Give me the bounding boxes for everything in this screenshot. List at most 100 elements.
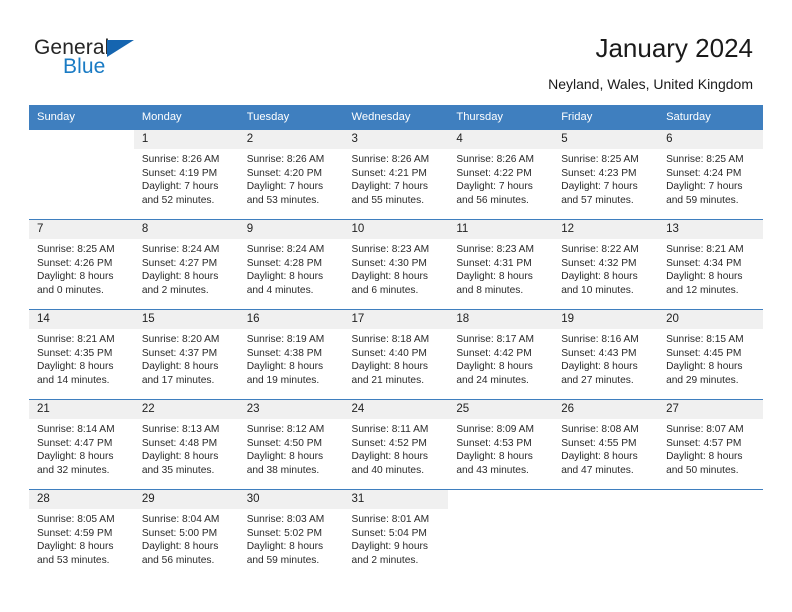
sunset-time: Sunset: 4:20 PM	[246, 167, 323, 179]
daylight-duration: Daylight: 8 hours	[351, 451, 428, 463]
daylight-duration: Daylight: 8 hours	[246, 451, 324, 463]
calendar-day-cell[interactable]: 21 Sunrise: 8:14 AM Sunset: 4:47 PM Dayligh…	[29, 399, 134, 490]
calendar-day-cell[interactable]: 6 Sunrise: 8:25 AM Sunset: 4:24 PM Daylight…	[658, 129, 763, 220]
calendar-day-cell[interactable]: 15 Sunrise: 8:20 AM Sunset: 4:37 PM Dayligh…	[133, 309, 239, 400]
calendar-day-cell[interactable]: 22 Sunrise: 8:13 AM Sunset: 4:48 PM Dayligh…	[133, 399, 239, 490]
weekday-header-wednesday: Wednesday	[343, 105, 449, 130]
calendar-cell-empty	[29, 129, 134, 220]
day-number	[658, 490, 763, 509]
sunset-time: Sunset: 4:21 PM	[351, 167, 427, 179]
day-number: 19	[553, 310, 659, 329]
calendar-day-cell[interactable]: 7 Sunrise: 8:25 AM Sunset: 4:26 PM Daylight…	[29, 219, 134, 310]
day-number: 25	[448, 400, 554, 419]
daylight-duration-cont: and 12 minutes.	[666, 284, 739, 296]
calendar-day-cell[interactable]: 11 Sunrise: 8:23 AM Sunset: 4:31 PM Dayligh…	[448, 219, 554, 310]
day-number: 7	[29, 220, 134, 239]
weekday-header-friday: Friday	[553, 105, 659, 130]
day-details: Sunrise: 8:07 AM Sunset: 4:57 PM Daylight:…	[658, 419, 763, 477]
day-number: 6	[658, 130, 763, 149]
daylight-duration: Daylight: 8 hours	[561, 361, 638, 373]
calendar-cell-empty	[448, 489, 554, 580]
calendar-day-cell[interactable]: 28 Sunrise: 8:05 AM Sunset: 4:59 PM Dayligh…	[29, 489, 134, 580]
sunrise-time: Sunrise: 8:04 AM	[141, 514, 220, 525]
calendar-body: 1 Sunrise: 8:26 AM Sunset: 4:19 PM Daylight…	[29, 129, 763, 580]
daylight-duration: Daylight: 8 hours	[246, 361, 324, 373]
daylight-duration: Daylight: 8 hours	[666, 271, 743, 283]
daylight-duration: Daylight: 8 hours	[456, 451, 533, 463]
sunset-time: Sunset: 4:19 PM	[141, 167, 218, 179]
day-number: 17	[343, 310, 449, 329]
general-blue-logo[interactable]: General Blue	[34, 36, 244, 88]
daylight-duration: Daylight: 8 hours	[561, 451, 638, 463]
calendar-day-cell[interactable]: 31 Sunrise: 8:01 AM Sunset: 5:04 PM Dayligh…	[343, 489, 449, 580]
calendar-day-cell[interactable]: 5 Sunrise: 8:25 AM Sunset: 4:23 PM Daylight…	[553, 129, 659, 220]
sunrise-time: Sunrise: 8:24 AM	[246, 244, 325, 255]
calendar-day-cell[interactable]: 30 Sunrise: 8:03 AM Sunset: 5:02 PM Dayligh…	[238, 489, 344, 580]
calendar-week-row: 21 Sunrise: 8:14 AM Sunset: 4:47 PM Dayligh…	[29, 399, 763, 490]
sunrise-time: Sunrise: 8:13 AM	[141, 424, 220, 435]
calendar-day-cell[interactable]: 24 Sunrise: 8:11 AM Sunset: 4:52 PM Dayligh…	[343, 399, 449, 490]
daylight-duration: Daylight: 7 hours	[456, 181, 533, 193]
daylight-duration: Daylight: 8 hours	[141, 361, 219, 373]
calendar-day-cell[interactable]: 14 Sunrise: 8:21 AM Sunset: 4:35 PM Dayligh…	[29, 309, 134, 400]
day-number: 3	[343, 130, 449, 149]
calendar-day-cell[interactable]: 26 Sunrise: 8:08 AM Sunset: 4:55 PM Dayligh…	[553, 399, 659, 490]
daylight-duration: Daylight: 8 hours	[141, 271, 219, 283]
daylight-duration-cont: and 40 minutes.	[351, 464, 425, 476]
sunset-time: Sunset: 4:40 PM	[351, 347, 427, 359]
sunset-time: Sunset: 4:31 PM	[456, 257, 532, 269]
daylight-duration-cont: and 47 minutes.	[561, 464, 634, 476]
calendar-day-cell[interactable]: 12 Sunrise: 8:22 AM Sunset: 4:32 PM Dayligh…	[553, 219, 659, 310]
calendar-day-cell[interactable]: 20 Sunrise: 8:15 AM Sunset: 4:45 PM Dayligh…	[658, 309, 763, 400]
calendar-day-cell[interactable]: 3 Sunrise: 8:26 AM Sunset: 4:21 PM Daylight…	[343, 129, 449, 220]
day-number: 2	[238, 130, 344, 149]
day-number	[553, 490, 659, 509]
calendar-day-cell[interactable]: 8 Sunrise: 8:24 AM Sunset: 4:27 PM Daylight…	[133, 219, 239, 310]
day-number: 9	[238, 220, 344, 239]
day-details: Sunrise: 8:19 AM Sunset: 4:38 PM Daylight:…	[239, 329, 344, 387]
daylight-duration: Daylight: 8 hours	[141, 451, 219, 463]
calendar-day-cell[interactable]: 10 Sunrise: 8:23 AM Sunset: 4:30 PM Dayligh…	[343, 219, 449, 310]
calendar-day-cell[interactable]: 2 Sunrise: 8:26 AM Sunset: 4:20 PM Daylight…	[238, 129, 344, 220]
calendar-day-cell[interactable]: 9 Sunrise: 8:24 AM Sunset: 4:28 PM Daylight…	[238, 219, 344, 310]
sunrise-time: Sunrise: 8:19 AM	[246, 334, 325, 345]
calendar-cell-empty	[553, 489, 659, 580]
day-number: 13	[658, 220, 763, 239]
calendar-day-cell[interactable]: 23 Sunrise: 8:12 AM Sunset: 4:50 PM Dayligh…	[238, 399, 344, 490]
calendar-day-cell[interactable]: 29 Sunrise: 8:04 AM Sunset: 5:00 PM Dayligh…	[133, 489, 239, 580]
day-details: Sunrise: 8:08 AM Sunset: 4:55 PM Daylight:…	[553, 419, 658, 477]
daylight-duration: Daylight: 8 hours	[351, 361, 428, 373]
sunrise-time: Sunrise: 8:26 AM	[141, 154, 220, 165]
daylight-duration-cont: and 38 minutes.	[246, 464, 320, 476]
calendar-day-cell[interactable]: 4 Sunrise: 8:26 AM Sunset: 4:22 PM Daylight…	[448, 129, 554, 220]
daylight-duration: Daylight: 7 hours	[561, 181, 638, 193]
calendar-day-cell[interactable]: 27 Sunrise: 8:07 AM Sunset: 4:57 PM Dayligh…	[658, 399, 763, 490]
daylight-duration: Daylight: 8 hours	[246, 271, 324, 283]
daylight-duration-cont: and 56 minutes.	[456, 194, 529, 206]
sunrise-time: Sunrise: 8:03 AM	[246, 514, 325, 525]
calendar-day-cell[interactable]: 25 Sunrise: 8:09 AM Sunset: 4:53 PM Dayligh…	[448, 399, 554, 490]
day-number: 27	[658, 400, 763, 419]
calendar-day-cell[interactable]: 19 Sunrise: 8:16 AM Sunset: 4:43 PM Dayligh…	[553, 309, 659, 400]
day-details: Sunrise: 8:04 AM Sunset: 5:00 PM Daylight:…	[134, 509, 239, 567]
sunset-time: Sunset: 5:04 PM	[351, 527, 427, 539]
sunset-time: Sunset: 4:55 PM	[561, 437, 637, 449]
daylight-duration-cont: and 0 minutes.	[37, 284, 104, 296]
daylight-duration-cont: and 17 minutes.	[141, 374, 215, 386]
calendar-day-cell[interactable]: 1 Sunrise: 8:26 AM Sunset: 4:19 PM Daylight…	[133, 129, 239, 220]
daylight-duration-cont: and 6 minutes.	[351, 284, 419, 296]
logo-text-blue: Blue	[63, 55, 106, 78]
calendar-day-cell[interactable]: 13 Sunrise: 8:21 AM Sunset: 4:34 PM Dayligh…	[658, 219, 763, 310]
sunset-time: Sunset: 4:42 PM	[456, 347, 532, 359]
day-details: Sunrise: 8:14 AM Sunset: 4:47 PM Daylight:…	[29, 419, 134, 477]
calendar-day-cell[interactable]: 18 Sunrise: 8:17 AM Sunset: 4:42 PM Dayligh…	[448, 309, 554, 400]
daylight-duration: Daylight: 8 hours	[351, 271, 428, 283]
calendar-day-cell[interactable]: 16 Sunrise: 8:19 AM Sunset: 4:38 PM Dayligh…	[238, 309, 344, 400]
day-details: Sunrise: 8:25 AM Sunset: 4:26 PM Daylight:…	[29, 239, 134, 297]
day-number: 1	[133, 130, 239, 149]
calendar-day-cell[interactable]: 17 Sunrise: 8:18 AM Sunset: 4:40 PM Dayligh…	[343, 309, 449, 400]
daylight-duration: Daylight: 8 hours	[246, 541, 324, 553]
daylight-duration-cont: and 27 minutes.	[561, 374, 634, 386]
daylight-duration-cont: and 35 minutes.	[141, 464, 215, 476]
sunset-time: Sunset: 4:37 PM	[141, 347, 218, 359]
